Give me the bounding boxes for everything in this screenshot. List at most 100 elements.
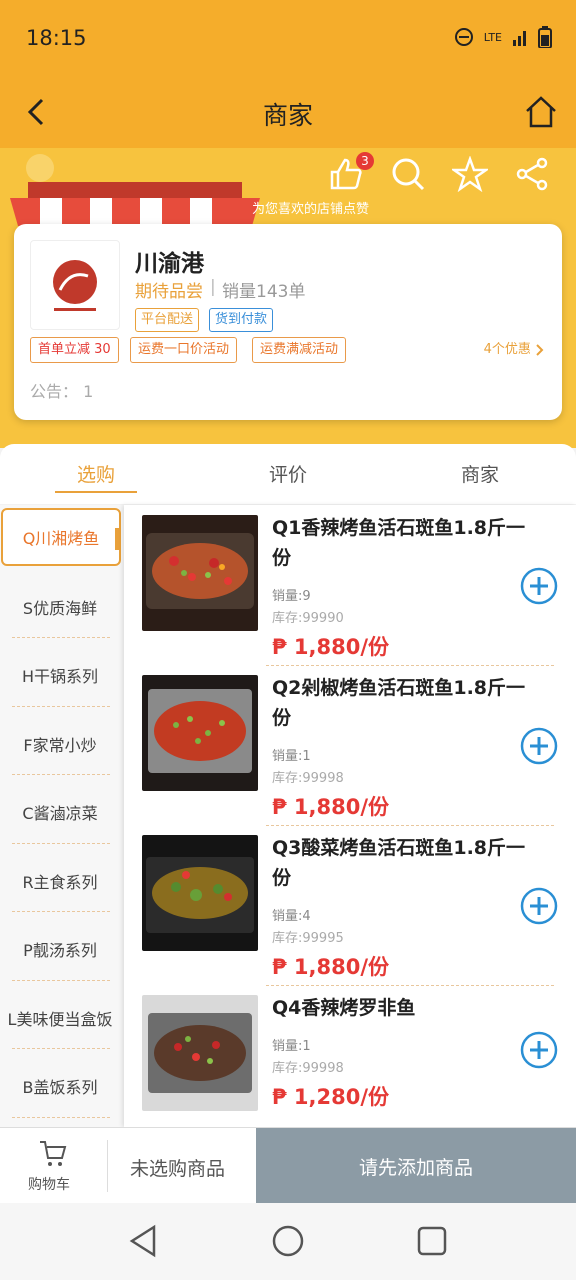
promo-count-link[interactable]: 4个优惠	[484, 338, 544, 357]
product-divider	[266, 985, 554, 986]
share-icon[interactable]	[514, 156, 550, 192]
category-label: P靓汤系列	[23, 941, 97, 960]
battery-icon	[538, 26, 552, 48]
category-divider	[12, 1048, 110, 1049]
shop-logo-image	[53, 260, 97, 311]
search-icon[interactable]	[390, 156, 426, 192]
product-list: Q1香辣烤鱼活石斑鱼1.8斤一份 销量:9 库存:99990 ₱ 1,880/份…	[124, 505, 576, 1127]
product-name: Q3酸菜烤鱼活石斑鱼1.8斤一份	[272, 837, 526, 889]
category-label: Q川湘烤鱼	[22, 529, 100, 548]
product-price: ₱ 1,880/份	[272, 795, 390, 819]
cart-label: 购物车	[28, 1177, 70, 1193]
product-image	[142, 835, 258, 951]
shop-info-card: 川渝港 期待品尝 | 销量143单 平台配送 货到付款 首单立减 30 运费一口…	[14, 224, 562, 420]
nav-bar: 商家	[0, 78, 576, 148]
category-item-seafood[interactable]: S优质海鲜	[0, 573, 120, 641]
category-sidebar: Q川湘烤鱼 S优质海鲜 H干锅系列 F家常小炒 C酱滷凉菜 R主食系列 P靓汤系…	[0, 505, 124, 1127]
add-to-cart-icon[interactable]	[520, 727, 558, 765]
product-image	[142, 995, 258, 1111]
category-divider	[12, 1117, 110, 1118]
shop-sales: 销量143单	[222, 282, 306, 302]
shop-separator: |	[210, 277, 216, 297]
category-divider	[12, 706, 110, 707]
home-icon[interactable]	[524, 94, 558, 130]
shop-slogan: 期待品尝	[135, 282, 203, 302]
category-item-staple-food[interactable]: R主食系列	[0, 847, 120, 915]
add-to-cart-icon[interactable]	[520, 1031, 558, 1069]
cart-bar: 购物车 未选购商品 请先添加商品	[0, 1127, 576, 1204]
tab-reviews[interactable]: 评价	[192, 460, 384, 487]
product-stock: 库存:99990	[272, 611, 344, 626]
product-sold: 销量:4	[272, 909, 311, 924]
like-button[interactable]: 3	[328, 152, 374, 192]
product-divider	[266, 825, 554, 826]
checkout-button[interactable]: 请先添加商品	[256, 1128, 576, 1204]
tab-merchant[interactable]: 商家	[384, 460, 576, 487]
page-title: 商家	[262, 101, 313, 130]
category-item-soup[interactable]: P靓汤系列	[0, 915, 120, 983]
category-item-rice-bowl[interactable]: B盖饭系列	[0, 1052, 120, 1120]
product-stock: 库存:99998	[272, 771, 344, 786]
system-back-icon[interactable]	[126, 1223, 162, 1259]
category-item-cold-dishes[interactable]: C酱滷凉菜	[0, 778, 120, 846]
promo-first-order: 首单立减 30	[30, 337, 119, 363]
cart-summary: 未选购商品	[130, 1158, 226, 1180]
banner-actions: 3	[328, 152, 550, 192]
dnd-icon	[454, 28, 473, 46]
category-label: C酱滷凉菜	[22, 804, 98, 823]
shop-name: 川渝港	[135, 251, 204, 277]
favorite-star-icon[interactable]	[452, 156, 488, 192]
product-price: ₱ 1,880/份	[272, 635, 390, 659]
add-to-cart-icon[interactable]	[520, 887, 558, 925]
payment-tag: 货到付款	[209, 308, 274, 332]
network-label: LTE	[483, 30, 502, 44]
product-image	[142, 675, 258, 791]
category-item-dry-pot[interactable]: H干锅系列	[0, 641, 120, 709]
promo-flat-fee: 运费一口价活动	[130, 337, 238, 363]
category-label: R主食系列	[22, 873, 98, 892]
active-category-marker	[115, 528, 119, 550]
category-item-grilled-fish[interactable]: Q川湘烤鱼	[1, 508, 121, 566]
category-divider	[12, 911, 110, 912]
product-price: ₱ 1,880/份	[272, 955, 390, 979]
system-home-icon[interactable]	[270, 1223, 306, 1259]
system-recents-icon[interactable]	[414, 1223, 450, 1259]
category-label: B盖饭系列	[22, 1078, 98, 1097]
product-name: Q2剁椒烤鱼活石斑鱼1.8斤一份	[272, 677, 526, 729]
delivery-tag: 平台配送	[135, 308, 200, 332]
product-name: Q4香辣烤罗非鱼	[272, 997, 416, 1019]
shopping-cart-icon[interactable]	[38, 1138, 68, 1168]
category-label: H干锅系列	[21, 667, 99, 686]
product-divider	[266, 665, 554, 666]
category-item-bento[interactable]: L美味便当盒饭	[0, 984, 120, 1052]
category-divider	[12, 980, 110, 981]
product-sold: 销量:1	[272, 1039, 311, 1054]
product-sold: 销量:9	[272, 589, 311, 604]
shop-notice: 公告： 1	[30, 382, 94, 401]
like-tip: 为您喜欢的店铺点赞	[252, 202, 370, 217]
signal-icon	[513, 31, 526, 46]
category-divider	[12, 774, 110, 775]
category-label: S优质海鲜	[22, 599, 98, 618]
product-image	[142, 515, 258, 631]
product-name: Q1香辣烤鱼活石斑鱼1.8斤一份	[272, 517, 526, 569]
like-count-badge: 3	[356, 152, 374, 170]
category-label: L美味便当盒饭	[7, 1010, 113, 1029]
category-label: F家常小炒	[23, 736, 97, 755]
status-icons: LTE	[454, 26, 552, 48]
tab-shopping[interactable]: 选购	[0, 460, 192, 487]
active-tab-underline	[55, 491, 137, 493]
category-item-home-stirfry[interactable]: F家常小炒	[0, 710, 120, 778]
promo-count-label: 4个优惠	[483, 342, 531, 357]
shop-tabs: 选购 评价 商家	[0, 444, 576, 504]
system-nav-bar	[0, 1203, 576, 1280]
chevron-right-icon	[536, 343, 544, 356]
add-to-cart-icon[interactable]	[520, 567, 558, 605]
category-divider	[12, 637, 110, 638]
status-time: 18:15	[26, 26, 87, 50]
product-stock: 库存:99998	[272, 1061, 344, 1076]
status-bar: 18:15 LTE	[0, 0, 576, 78]
promo-fee-discount: 运费满减活动	[252, 337, 347, 363]
product-stock: 库存:99995	[272, 931, 344, 946]
product-sold: 销量:1	[272, 749, 311, 764]
